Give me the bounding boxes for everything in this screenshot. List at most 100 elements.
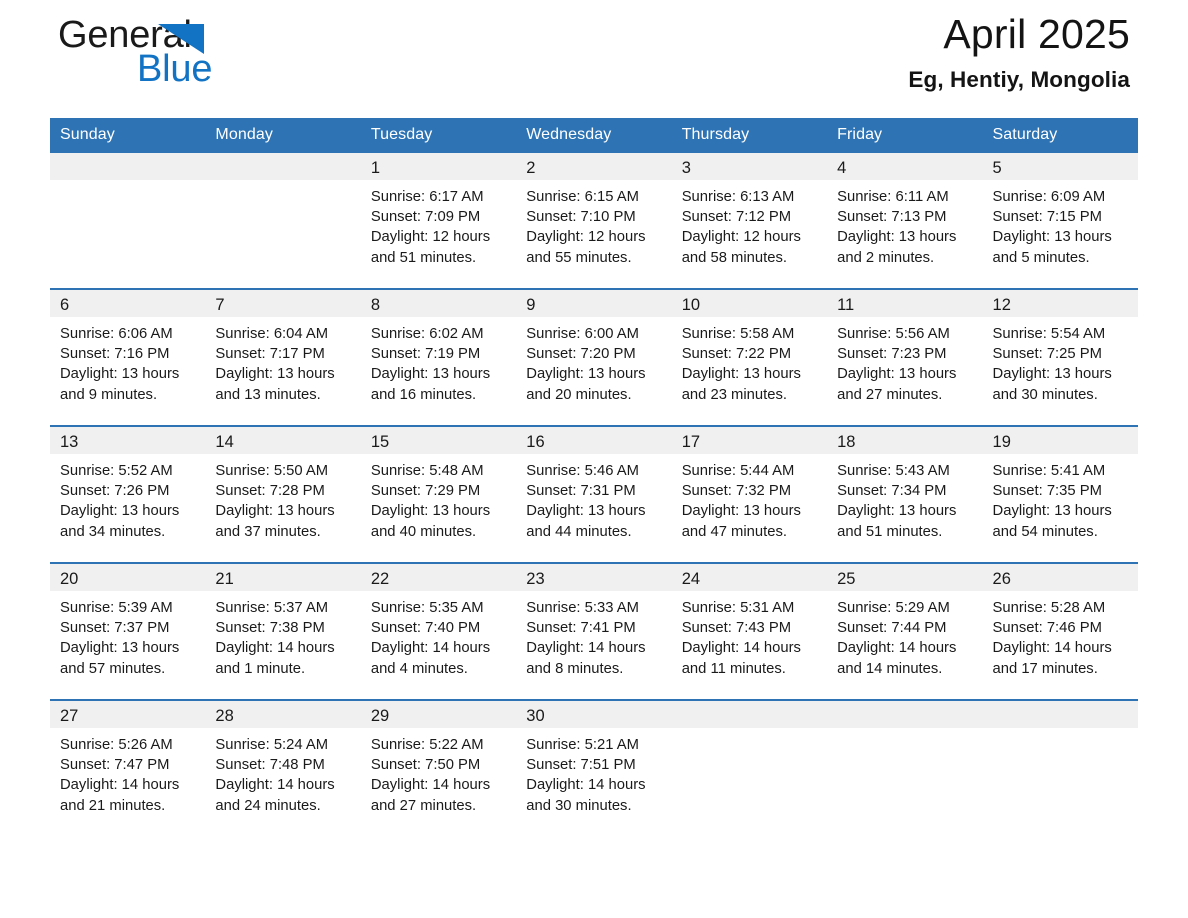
day-cell-inner: 3 Sunrise: 6:13 AM Sunset: 7:12 PM Daylight… — [671, 153, 828, 288]
calendar-day-cell[interactable]: 13 Sunrise: 5:52 AM Sunset: 7:26 PM Dayligh… — [50, 425, 206, 563]
day-number: 11 — [827, 290, 983, 317]
sunrise-time: Sunrise: 5:44 AM — [681, 463, 795, 479]
weekday-header-monday: Monday — [205, 118, 361, 153]
calendar-day-cell[interactable]: 16 Sunrise: 5:46 AM Sunset: 7:31 PM Dayligh… — [516, 425, 672, 563]
calendar-day-cell[interactable]: 30 Sunrise: 5:21 AM Sunset: 7:51 PM Dayligh… — [516, 699, 672, 836]
day-details: Sunrise: 6:11 AM Sunset: 7:13 PM Daylight:… — [827, 180, 982, 268]
daylight-duration-line2: and 34 minutes. — [60, 523, 166, 540]
day-number: 22 — [360, 564, 517, 591]
daylight-duration-line1: Daylight: 14 hours — [60, 777, 180, 794]
sunrise-time: Sunrise: 5:52 AM — [60, 463, 173, 479]
day-cell-inner: 17 Sunrise: 5:44 AM Sunset: 7:32 PM Dayligh… — [671, 427, 828, 562]
day-cell-inner: 18 Sunrise: 5:43 AM Sunset: 7:34 PM Dayligh… — [827, 427, 983, 562]
sunset-time: Sunset: 7:26 PM — [60, 483, 170, 500]
sunset-time: Sunset: 7:13 PM — [837, 209, 947, 226]
calendar-day-cell[interactable]: 2 Sunrise: 6:15 AM Sunset: 7:10 PM Daylight… — [516, 153, 672, 289]
calendar-day-cell[interactable]: 27 Sunrise: 5:26 AM Sunset: 7:47 PM Dayligh… — [50, 699, 206, 836]
daylight-duration-line2: and 23 minutes. — [681, 386, 787, 403]
calendar-day-cell[interactable]: 26 Sunrise: 5:28 AM Sunset: 7:46 PM Dayligh… — [982, 562, 1138, 700]
calendar-day-cell[interactable]: 4 Sunrise: 6:11 AM Sunset: 7:13 PM Daylight… — [827, 153, 983, 289]
day-number: 20 — [50, 564, 206, 591]
page-subtitle: Eg, Hentiy, Mongolia — [908, 67, 1130, 93]
day-number: 28 — [205, 701, 361, 728]
calendar-day-cell[interactable]: 19 Sunrise: 5:41 AM Sunset: 7:35 PM Dayligh… — [982, 425, 1138, 563]
day-details: Sunrise: 5:48 AM Sunset: 7:29 PM Daylight:… — [361, 454, 516, 542]
daylight-duration-line2: and 55 minutes. — [526, 249, 632, 266]
sunset-time: Sunset: 7:35 PM — [992, 483, 1102, 500]
day-cell-inner — [50, 153, 206, 288]
calendar-day-cell[interactable]: 11 Sunrise: 5:56 AM Sunset: 7:23 PM Dayligh… — [827, 288, 983, 426]
calendar-day-cell[interactable]: 9 Sunrise: 6:00 AM Sunset: 7:20 PM Daylight… — [516, 288, 672, 426]
day-details: Sunrise: 6:00 AM Sunset: 7:20 PM Daylight:… — [516, 317, 671, 405]
daylight-duration-line1: Daylight: 13 hours — [370, 503, 491, 520]
day-number: 1 — [360, 153, 517, 180]
day-cell-inner — [205, 153, 361, 288]
general-blue-logo[interactable]: General Blue — [58, 14, 328, 100]
day-number: 8 — [360, 290, 517, 317]
calendar-day-cell[interactable]: 6 Sunrise: 6:06 AM Sunset: 7:16 PM Daylight… — [50, 288, 206, 426]
daylight-duration-line2: and 57 minutes. — [60, 660, 166, 677]
sunrise-time: Sunrise: 6:11 AM — [837, 189, 949, 205]
day-number: 2 — [516, 153, 672, 180]
daylight-duration-line2: and 14 minutes. — [837, 660, 943, 677]
day-cell-inner: 12 Sunrise: 5:54 AM Sunset: 7:25 PM Dayligh… — [982, 290, 1138, 425]
sunrise-time: Sunrise: 5:33 AM — [526, 600, 639, 616]
daylight-duration-line2: and 17 minutes. — [992, 660, 1098, 677]
daylight-duration-line2: and 30 minutes. — [992, 386, 1098, 403]
day-cell-inner — [671, 701, 828, 836]
day-number: 23 — [516, 564, 672, 591]
day-cell-inner: 23 Sunrise: 5:33 AM Sunset: 7:41 PM Dayligh… — [516, 564, 672, 699]
day-number — [671, 701, 828, 728]
calendar-day-cell[interactable]: 7 Sunrise: 6:04 AM Sunset: 7:17 PM Daylight… — [205, 288, 361, 426]
daylight-duration-line2: and 30 minutes. — [526, 797, 632, 814]
calendar-day-cell[interactable]: 23 Sunrise: 5:33 AM Sunset: 7:41 PM Dayligh… — [516, 562, 672, 700]
calendar-day-cell[interactable]: 14 Sunrise: 5:50 AM Sunset: 7:28 PM Dayligh… — [205, 425, 361, 563]
day-details: Sunrise: 6:09 AM Sunset: 7:15 PM Daylight:… — [983, 180, 1138, 268]
day-cell-inner: 1 Sunrise: 6:17 AM Sunset: 7:09 PM Daylight… — [360, 153, 517, 288]
daylight-duration-line1: Daylight: 13 hours — [681, 503, 801, 520]
day-number: 3 — [671, 153, 828, 180]
day-cell-inner: 5 Sunrise: 6:09 AM Sunset: 7:15 PM Daylight… — [982, 153, 1138, 288]
calendar-day-cell[interactable]: 18 Sunrise: 5:43 AM Sunset: 7:34 PM Dayligh… — [827, 425, 983, 563]
calendar-day-cell[interactable]: 1 Sunrise: 6:17 AM Sunset: 7:09 PM Daylight… — [360, 153, 517, 289]
day-details: Sunrise: 5:56 AM Sunset: 7:23 PM Daylight:… — [827, 317, 982, 405]
day-details: Sunrise: 6:15 AM Sunset: 7:10 PM Daylight:… — [516, 180, 671, 268]
weekday-header-saturday: Saturday — [982, 118, 1138, 153]
day-number: 12 — [982, 290, 1138, 317]
day-cell-inner: 6 Sunrise: 6:06 AM Sunset: 7:16 PM Daylight… — [50, 290, 206, 425]
calendar-day-cell[interactable]: 12 Sunrise: 5:54 AM Sunset: 7:25 PM Dayligh… — [982, 288, 1138, 426]
sunset-time: Sunset: 7:20 PM — [526, 346, 636, 363]
calendar-table: Sunday Monday Tuesday Wednesday Thursday… — [50, 118, 1138, 836]
sunset-time: Sunset: 7:38 PM — [215, 620, 325, 637]
calendar-day-cell[interactable]: 3 Sunrise: 6:13 AM Sunset: 7:12 PM Daylight… — [671, 153, 828, 289]
calendar-day-cell[interactable]: 15 Sunrise: 5:48 AM Sunset: 7:29 PM Dayligh… — [360, 425, 517, 563]
calendar-day-cell[interactable]: 20 Sunrise: 5:39 AM Sunset: 7:37 PM Dayligh… — [50, 562, 206, 700]
page-header: General Blue April 2025 Eg, Hentiy, Mong… — [50, 0, 1138, 118]
daylight-duration-line1: Daylight: 13 hours — [60, 503, 180, 520]
sunset-time: Sunset: 7:16 PM — [60, 346, 170, 363]
calendar-day-cell[interactable]: 25 Sunrise: 5:29 AM Sunset: 7:44 PM Dayligh… — [827, 562, 983, 700]
day-cell-inner: 19 Sunrise: 5:41 AM Sunset: 7:35 PM Dayligh… — [982, 427, 1138, 562]
day-cell-inner: 21 Sunrise: 5:37 AM Sunset: 7:38 PM Dayligh… — [205, 564, 361, 699]
daylight-duration-line2: and 51 minutes. — [370, 249, 477, 266]
daylight-duration-line1: Daylight: 13 hours — [526, 503, 646, 520]
sunrise-time: Sunrise: 5:29 AM — [837, 600, 950, 616]
calendar-day-cell[interactable]: 10 Sunrise: 5:58 AM Sunset: 7:22 PM Dayligh… — [671, 288, 828, 426]
daylight-duration-line2: and 13 minutes. — [215, 386, 321, 403]
calendar-day-cell[interactable]: 8 Sunrise: 6:02 AM Sunset: 7:19 PM Daylight… — [360, 288, 517, 426]
daylight-duration-line2: and 24 minutes. — [215, 797, 321, 814]
sunrise-time: Sunrise: 6:13 AM — [681, 189, 795, 205]
calendar-day-cell[interactable]: 17 Sunrise: 5:44 AM Sunset: 7:32 PM Dayligh… — [671, 425, 828, 563]
daylight-duration-line2: and 1 minute. — [215, 660, 306, 677]
day-cell-inner: 30 Sunrise: 5:21 AM Sunset: 7:51 PM Dayligh… — [516, 701, 672, 836]
day-cell-inner: 22 Sunrise: 5:35 AM Sunset: 7:40 PM Dayligh… — [360, 564, 517, 699]
calendar-day-cell[interactable]: 5 Sunrise: 6:09 AM Sunset: 7:15 PM Daylight… — [982, 153, 1138, 289]
calendar-day-cell[interactable]: 21 Sunrise: 5:37 AM Sunset: 7:38 PM Dayligh… — [205, 562, 361, 700]
sunrise-time: Sunrise: 5:58 AM — [681, 326, 795, 342]
calendar-day-cell[interactable]: 24 Sunrise: 5:31 AM Sunset: 7:43 PM Dayligh… — [671, 562, 828, 700]
calendar-day-cell[interactable]: 29 Sunrise: 5:22 AM Sunset: 7:50 PM Dayligh… — [360, 699, 517, 836]
calendar-day-cell[interactable]: 28 Sunrise: 5:24 AM Sunset: 7:48 PM Dayligh… — [205, 699, 361, 836]
day-cell-inner — [982, 701, 1138, 836]
calendar-day-cell[interactable]: 22 Sunrise: 5:35 AM Sunset: 7:40 PM Dayligh… — [360, 562, 517, 700]
day-number: 15 — [360, 427, 517, 454]
